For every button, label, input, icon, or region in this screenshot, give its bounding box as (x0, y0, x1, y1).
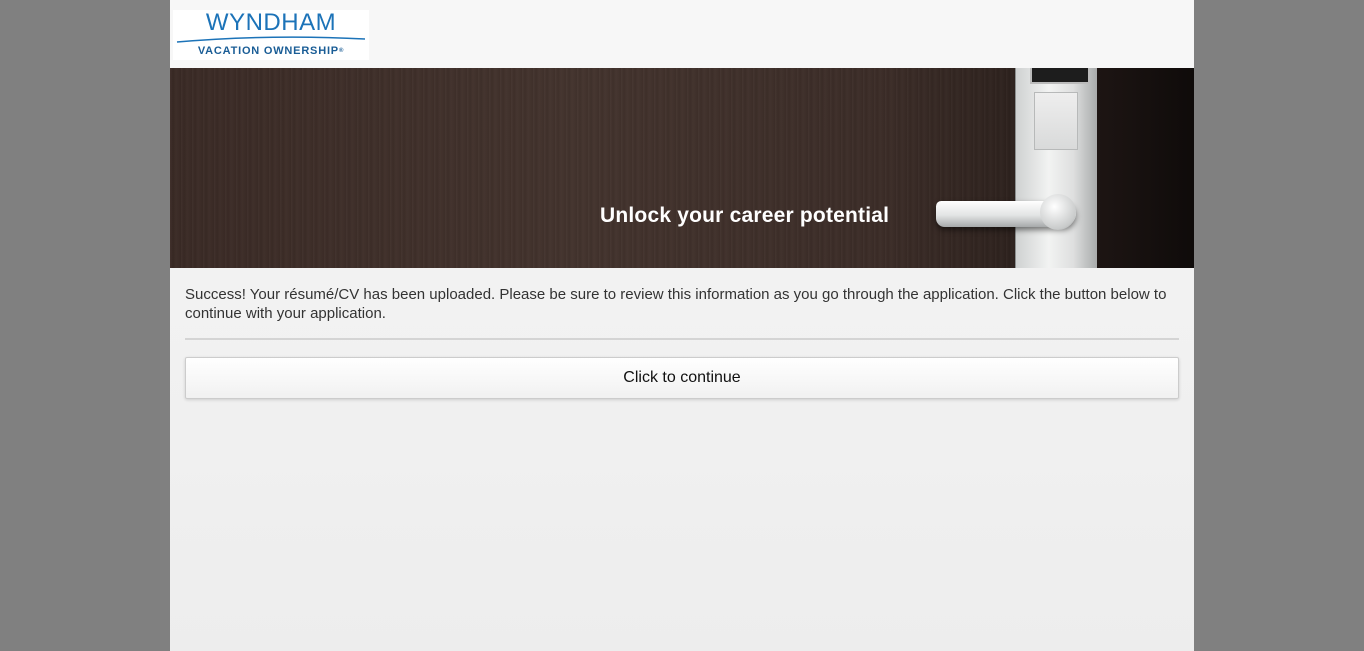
upload-success-message: Success! Your résumé/CV has been uploade… (185, 286, 1167, 322)
banner-tagline: Unlock your career potential (600, 204, 890, 227)
logo-subtitle: VACATION OWNERSHIP (197, 45, 339, 57)
hero-banner: Unlock your career potential (170, 68, 1194, 268)
application-page: WYNDHAM VACATION OWNERSHIP® Unlock your … (170, 0, 1194, 651)
handle-knob-icon (1040, 194, 1076, 230)
banner-shadow (1097, 68, 1194, 268)
logo-subtitle-text: VACATION OWNERSHIP® (173, 45, 369, 57)
logo-trademark: ® (338, 48, 345, 54)
divider (185, 338, 1179, 340)
door-lock-image (1015, 68, 1098, 268)
page-header: WYNDHAM VACATION OWNERSHIP® (170, 0, 1194, 68)
card-slot-icon (1030, 68, 1090, 84)
lock-panel-icon (1034, 92, 1078, 150)
wyndham-logo[interactable]: WYNDHAM VACATION OWNERSHIP® (173, 10, 369, 60)
continue-button[interactable]: Click to continue (185, 357, 1179, 399)
logo-brand-text: WYNDHAM (205, 9, 337, 36)
main-content: Success! Your résumé/CV has been uploade… (170, 268, 1194, 399)
